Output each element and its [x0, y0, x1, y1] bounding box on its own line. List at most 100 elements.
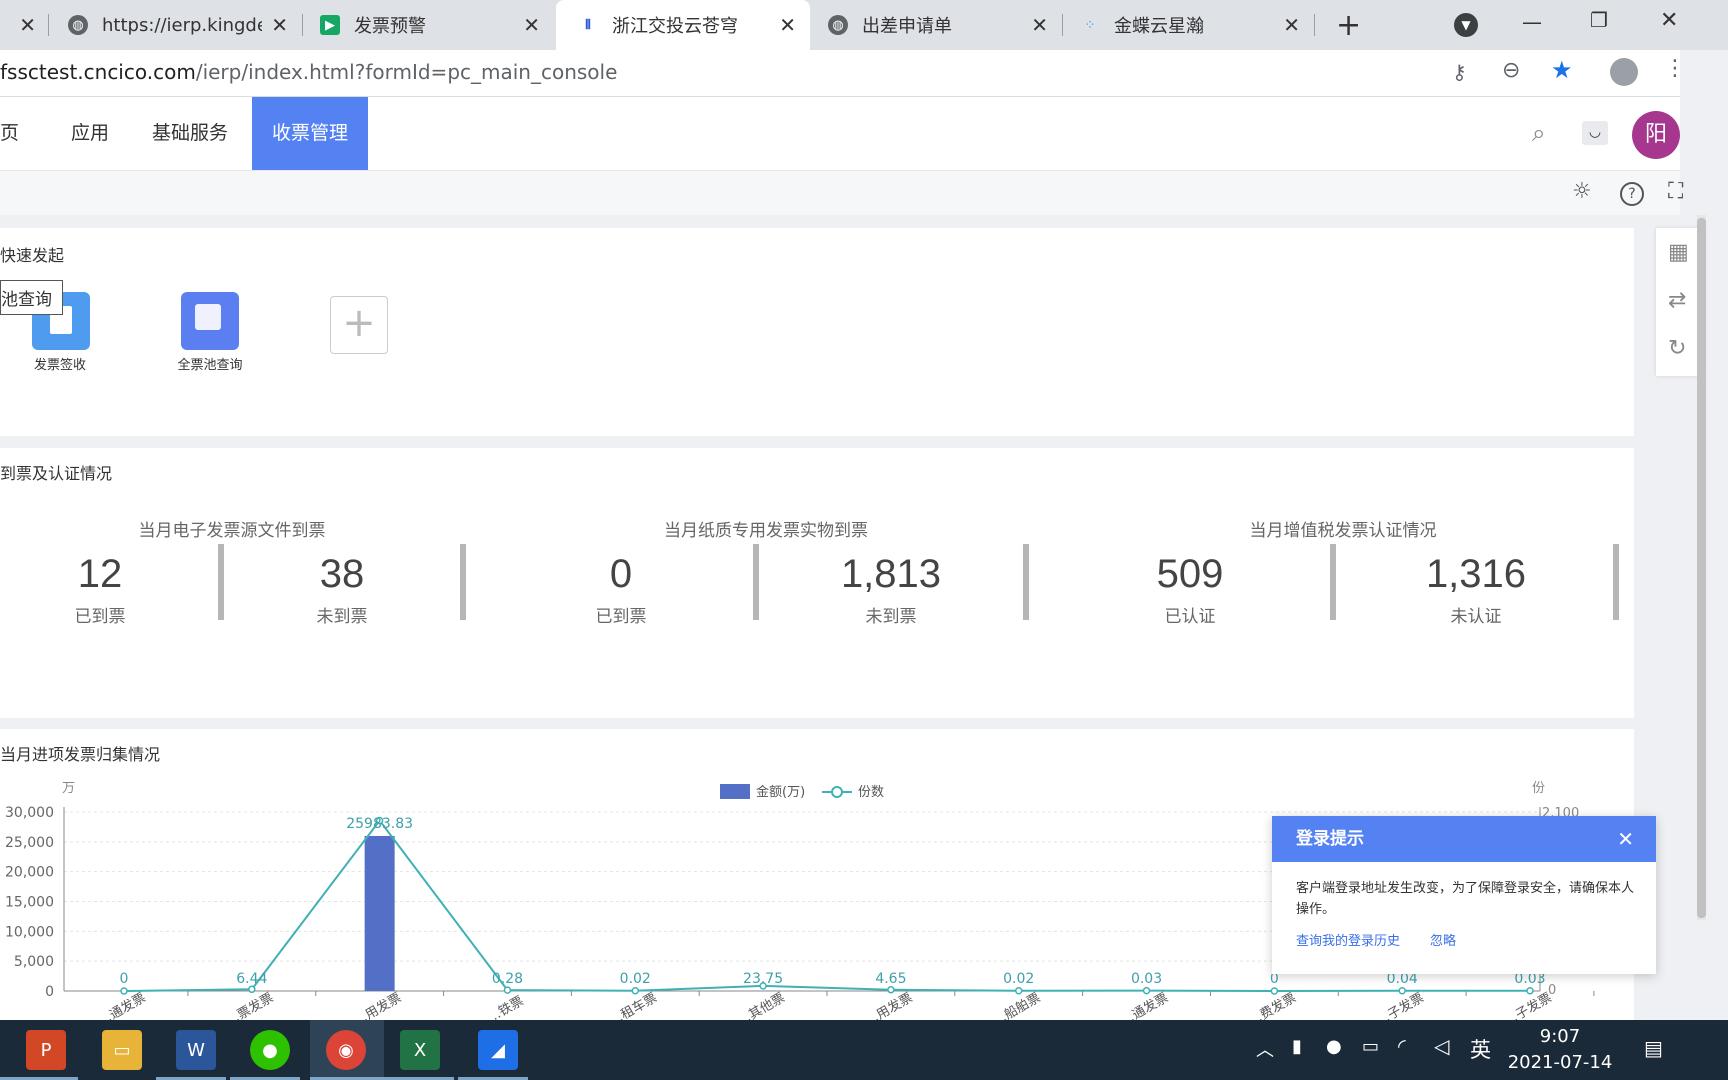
- nav-home[interactable]: 页: [0, 97, 19, 170]
- close-tab-icon[interactable]: ✕: [779, 13, 796, 37]
- group-title: 当月纸质专用发票实物到票: [664, 521, 868, 541]
- legend-line-label[interactable]: 份数: [858, 785, 884, 800]
- fullscreen-icon[interactable]: ⛶: [1668, 179, 1683, 204]
- chrome-icon[interactable]: ◉: [326, 1030, 366, 1070]
- app-icon: ⦀: [585, 17, 591, 33]
- help-icon[interactable]: ?: [1620, 182, 1644, 206]
- divider: [1613, 544, 1619, 620]
- lark-icon[interactable]: ◢: [478, 1030, 518, 1070]
- y-unit-left: 万: [62, 781, 75, 796]
- y-tick-label: 20,000: [5, 865, 54, 881]
- nav-basic-services[interactable]: 基础服务: [152, 97, 228, 170]
- excel-icon[interactable]: X: [400, 1030, 440, 1070]
- tab-label: 出差申请单: [862, 16, 952, 37]
- data-label: 0.28: [492, 971, 523, 987]
- ime-indicator[interactable]: 英: [1470, 1034, 1491, 1064]
- x-tick-label: …通发票: [1118, 990, 1171, 1020]
- line-point: [887, 985, 895, 994]
- legend-bar-swatch[interactable]: [720, 784, 750, 799]
- close-tab-icon[interactable]: ✕: [1031, 13, 1048, 37]
- qq-icon[interactable]: ●: [1326, 1036, 1342, 1057]
- file-explorer-icon[interactable]: ▭: [102, 1030, 142, 1070]
- clock-date: 2021-07-14: [1507, 1052, 1613, 1073]
- restore-icon[interactable]: ❐: [1590, 8, 1608, 32]
- y-tick-label: 25,000: [5, 835, 54, 851]
- zoom-out-icon[interactable]: ⊖: [1502, 58, 1520, 83]
- tab-kingdee[interactable]: ⁘ 金蝶云星瀚 ✕: [1064, 0, 1314, 50]
- url-text[interactable]: fssctest.cncico.com/ierp/index.html?form…: [0, 60, 617, 84]
- notification-icon[interactable]: ◡: [1582, 121, 1608, 145]
- popup-close-icon[interactable]: ✕: [1617, 816, 1634, 862]
- new-tab-button[interactable]: +: [1336, 8, 1361, 43]
- login-history-link[interactable]: 查询我的登录历史: [1296, 930, 1400, 949]
- tab-partial[interactable]: ✕: [0, 0, 50, 50]
- bookmark-star-icon[interactable]: ★: [1551, 56, 1573, 84]
- tab-invoice-warning[interactable]: ▶ 发票预警 ✕: [304, 0, 554, 50]
- tab-search-icon[interactable]: ▼: [1454, 13, 1478, 37]
- profile-icon[interactable]: [1610, 58, 1638, 86]
- tray-expand-icon[interactable]: ︿: [1256, 1036, 1274, 1062]
- address-bar[interactable]: fssctest.cncico.com/ierp/index.html?form…: [0, 50, 1686, 97]
- key-icon[interactable]: ⚷: [1452, 60, 1467, 84]
- stat-value: 0: [609, 552, 633, 596]
- notification-center-icon[interactable]: ▤: [1644, 1036, 1663, 1060]
- divider: [1330, 544, 1336, 620]
- close-tab-icon[interactable]: ✕: [1283, 13, 1300, 37]
- add-quick-item-button[interactable]: +: [330, 296, 388, 354]
- tab-label: 浙江交投云苍穹: [612, 16, 738, 37]
- clock[interactable]: 9:07 2021-07-14: [1500, 1024, 1620, 1076]
- battery-icon[interactable]: ▭: [1362, 1036, 1379, 1057]
- ignore-link[interactable]: 忽略: [1430, 930, 1456, 949]
- microphone-icon[interactable]: ▮: [1292, 1036, 1302, 1057]
- wifi-icon[interactable]: ◜: [1398, 1034, 1406, 1058]
- x-tick-label: …子发票: [1501, 990, 1554, 1020]
- volume-icon[interactable]: ◁: [1434, 1034, 1449, 1058]
- nav-apps[interactable]: 应用: [71, 97, 109, 170]
- word-icon[interactable]: W: [176, 1030, 216, 1070]
- tab-zhejiang-cloud[interactable]: ⦀ 浙江交投云苍穹 ✕: [556, 0, 810, 50]
- minimize-icon[interactable]: —: [1522, 10, 1542, 34]
- globe-icon: ◍: [68, 15, 88, 35]
- avatar[interactable]: 阳: [1632, 111, 1680, 159]
- quick-item-label[interactable]: 全票池查询: [160, 354, 260, 373]
- wechat-icon[interactable]: ●: [250, 1030, 290, 1070]
- scrollbar-thumb[interactable]: [1697, 218, 1706, 918]
- x-tick-label: …用发票: [862, 990, 915, 1020]
- line-point: [631, 986, 640, 995]
- quick-start-card: 快速发起 池查询 发票签收 全票池查询 +: [0, 228, 1634, 436]
- stat-value: 1,316: [1425, 552, 1527, 596]
- data-label: 25983.83: [346, 816, 413, 832]
- globe-icon: ◍: [828, 15, 848, 35]
- popup-title: 登录提示: [1296, 829, 1364, 849]
- quick-item-label[interactable]: 发票签收: [14, 354, 106, 373]
- arrival-title: 到票及认证情况: [0, 464, 113, 483]
- tab-travel-request[interactable]: ◍ 出差申请单 ✕: [812, 0, 1062, 50]
- theme-bulb-icon[interactable]: ☼: [1572, 179, 1592, 204]
- layout-edit-icon[interactable]: ▦: [1668, 240, 1689, 265]
- x-tick-label: …用发票: [351, 990, 404, 1020]
- divider: [460, 544, 466, 620]
- menu-dots-icon[interactable]: ⋮: [1664, 56, 1686, 81]
- nav-invoice-management[interactable]: 收票管理: [252, 97, 369, 170]
- line-point: [248, 985, 256, 994]
- powerpoint-icon[interactable]: P: [26, 1030, 66, 1070]
- refresh-icon[interactable]: ↻: [1668, 336, 1686, 361]
- window-close-icon[interactable]: ✕: [1660, 8, 1678, 33]
- x-tick-label: …票发票: [223, 990, 276, 1020]
- y-unit-right: 份: [1532, 781, 1545, 796]
- browser-tab-strip: ✕ ◍ https://ierp.kingde ✕ ▶ 发票预警 ✕ ⦀ 浙江交…: [0, 0, 1728, 50]
- tab-ierp[interactable]: ◍ https://ierp.kingde ✕: [52, 0, 302, 50]
- search-icon[interactable]: ⌕: [1532, 119, 1545, 147]
- stat-value: 38: [319, 552, 365, 596]
- invoice-pool-icon[interactable]: [181, 292, 239, 350]
- data-label: 6.44: [236, 971, 267, 987]
- switch-icon[interactable]: ⇄: [1668, 288, 1686, 313]
- close-tab-icon[interactable]: ✕: [271, 13, 288, 37]
- close-tab-icon[interactable]: ✕: [19, 13, 36, 37]
- stat-label: 已到票: [74, 607, 126, 627]
- legend-bar-label[interactable]: 金额(万): [756, 784, 805, 800]
- close-tab-icon[interactable]: ✕: [523, 13, 540, 37]
- data-label: 23.75: [743, 971, 783, 987]
- tab-label: 发票预警: [354, 16, 426, 37]
- data-label: 4.65: [875, 971, 906, 987]
